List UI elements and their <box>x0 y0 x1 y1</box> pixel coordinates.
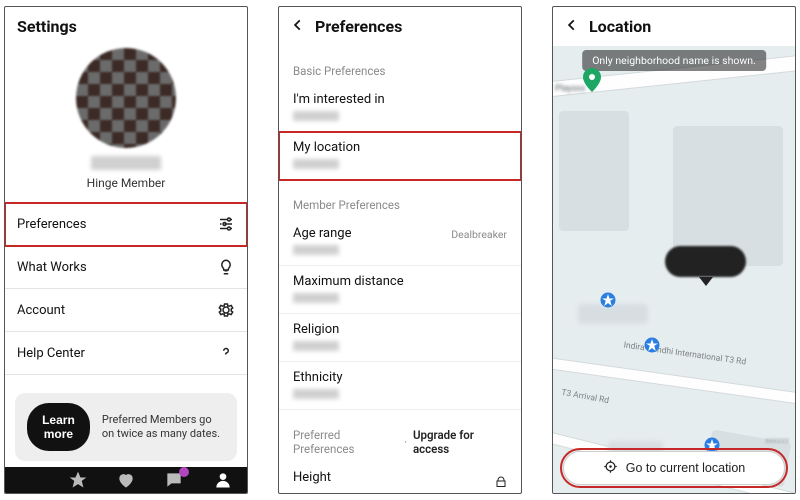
map-attribution-redacted: xxxxxx <box>765 436 789 445</box>
preferences-panel: Preferences Basic Preferences I'm intere… <box>278 6 522 494</box>
location-panel: Location Indira Gandhi International T3 … <box>552 6 796 494</box>
selected-location-pin[interactable]: xxxxxxx <box>665 246 746 286</box>
pref-label: My location <box>293 140 507 155</box>
sliders-icon <box>217 215 235 233</box>
pref-row-max-distance[interactable]: Maximum distance xx <box>279 266 521 314</box>
pref-label: I'm interested in <box>293 92 507 107</box>
map-poi-label-redacted: Playxxx <box>555 84 585 94</box>
map-pin-airport-icon <box>599 291 617 313</box>
pref-value-redacted: xx <box>293 245 339 255</box>
section-heading-basic: Basic Preferences <box>279 46 521 84</box>
menu-item-label: Help Center <box>17 346 85 361</box>
member-label: Hinge Member <box>87 176 166 190</box>
chat-badge <box>179 467 189 477</box>
page-title: Settings <box>5 7 247 40</box>
section-heading-preferred: Preferred Preferences · Upgrade for acce… <box>279 410 521 462</box>
nav-star-icon[interactable] <box>65 467 91 493</box>
page-title: Location <box>589 17 651 36</box>
nav-chat-icon[interactable] <box>161 467 187 493</box>
profile-block: xxxxx Hinge Member <box>5 40 247 202</box>
pref-label: Maximum distance <box>293 274 507 289</box>
map-road <box>553 356 795 415</box>
lock-icon <box>495 476 507 488</box>
settings-menu: Preferences What Works Account Help Cent… <box>5 202 247 375</box>
upgrade-label[interactable]: Upgrade for access <box>413 428 507 456</box>
nav-heart-icon[interactable] <box>113 467 139 493</box>
settings-panel: Settings xxxxx Hinge Member Preferences … <box>4 6 248 494</box>
map-banner: Only neighborhood name is shown. <box>582 50 766 71</box>
page-title: Preferences <box>315 17 402 36</box>
map-road-label: Indira Gandhi International T3 Rd <box>623 340 747 367</box>
map-pin-airport-icon <box>643 336 661 358</box>
pref-label: Religion <box>293 322 507 337</box>
menu-item-label: What Works <box>17 260 87 275</box>
promo-text: Preferred Members go on twice as many da… <box>102 413 225 442</box>
pref-row-religion[interactable]: Religion xx <box>279 314 521 362</box>
header: Location <box>553 7 795 46</box>
nav-profile-icon[interactable] <box>210 467 236 493</box>
menu-item-help-center[interactable]: Help Center <box>5 332 247 375</box>
crosshair-icon <box>603 459 618 477</box>
back-icon[interactable] <box>565 17 579 36</box>
menu-item-preferences[interactable]: Preferences <box>5 203 247 246</box>
pref-label: Height <box>293 470 507 485</box>
map-block <box>559 111 629 231</box>
pref-value-redacted: xx <box>293 341 339 351</box>
question-icon <box>217 344 235 362</box>
menu-item-what-works[interactable]: What Works <box>5 246 247 289</box>
pin-caret-icon <box>699 277 713 286</box>
back-icon[interactable] <box>291 17 305 36</box>
dealbreaker-label: Dealbreaker <box>451 228 507 241</box>
menu-item-label: Account <box>17 303 65 318</box>
pref-value-redacted: xx <box>293 389 339 399</box>
promo-card: Learn more Preferred Members go on twice… <box>15 393 237 461</box>
user-name-redacted: xxxxx <box>91 156 161 170</box>
pref-row-interested-in[interactable]: I'm interested in xx <box>279 84 521 132</box>
lightbulb-icon <box>217 258 235 276</box>
pref-label: Ethnicity <box>293 370 507 385</box>
selected-location-label-redacted: xxxxxxx <box>665 246 746 277</box>
pref-value-redacted: xx <box>293 293 339 303</box>
bottom-nav <box>5 467 247 493</box>
pref-row-age-range[interactable]: Age range xx Dealbreaker <box>279 218 521 266</box>
map[interactable]: Indira Gandhi International T3 Rd T3 Arr… <box>553 46 795 493</box>
map-block <box>673 126 783 266</box>
pref-value-redacted: xx <box>293 159 339 169</box>
pref-row-ethnicity[interactable]: Ethnicity xx <box>279 362 521 410</box>
avatar[interactable] <box>76 48 176 148</box>
go-to-current-location-button[interactable]: Go to current location <box>563 451 785 485</box>
button-label: Go to current location <box>626 461 746 475</box>
pref-value-redacted: xx <box>293 111 339 121</box>
map-road-label: T3 Arrival Rd <box>560 388 609 406</box>
header: Preferences <box>279 7 521 46</box>
pref-row-height[interactable]: Height <box>279 462 521 494</box>
nav-logo-icon[interactable] <box>16 467 42 493</box>
pref-row-my-location[interactable]: My location xx <box>279 132 521 180</box>
section-heading-member: Member Preferences <box>279 180 521 218</box>
menu-item-account[interactable]: Account <box>5 289 247 332</box>
gear-icon <box>217 301 235 319</box>
learn-more-button[interactable]: Learn more <box>27 403 90 451</box>
map-pin-green-icon <box>583 68 601 96</box>
menu-item-label: Preferences <box>17 217 86 232</box>
